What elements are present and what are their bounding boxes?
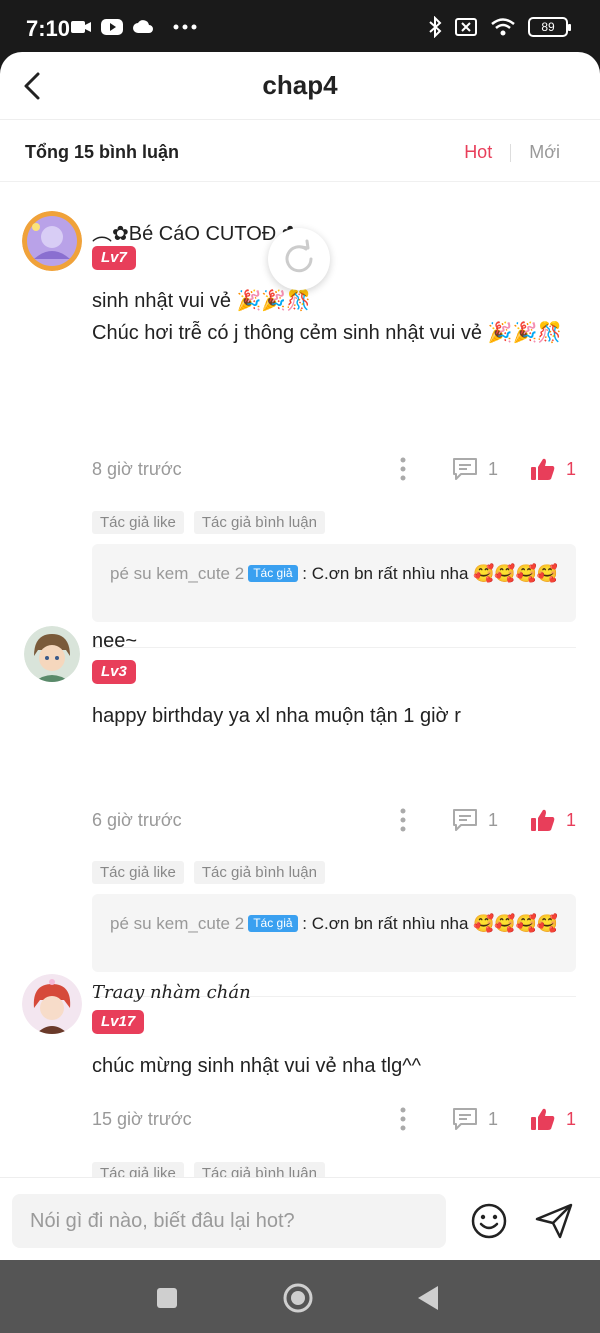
comment-meta: 15 giờ trước 1 1 [92,1105,576,1135]
status-time: 7:10 [26,16,71,41]
comment-input-bar [0,1177,600,1260]
tab-hot[interactable]: Hot [464,142,492,163]
reply-text: : C.ơn bn rất nhìu nha 🥰🥰🥰🥰 [302,564,558,583]
reply-count: 1 [488,1108,499,1129]
comment-meta: 8 giờ trước 1 1 [92,455,576,485]
divider [92,647,576,648]
loading-spinner [268,228,330,290]
avatar[interactable] [24,626,80,682]
comment-text: chúc mừng sinh nhật vui vẻ nha tlg^^ [92,1050,570,1082]
header: chap4 [0,52,600,120]
comment-icon [453,1108,477,1130]
reply-button[interactable]: 1 [452,806,498,834]
page-title: chap4 [262,70,338,100]
home-icon[interactable] [282,1282,314,1314]
level-badge: Lv17 [92,1010,145,1034]
sort-tabs: Hot Mới [464,142,560,163]
tag-author-comment: Tác giả bình luận [193,511,325,534]
more-icon[interactable] [398,455,408,483]
comments-subheader: Tổng 15 bình luận Hot Mới [0,120,600,182]
author-tags: Tác giả like Tác giả bình luận [92,511,325,534]
status-notification-icons [70,18,198,36]
battery-indicator: 89 [528,17,571,37]
author-badge: Tác giả [248,565,298,582]
reply-author: pé su kem_cute 2 [110,564,245,583]
status-bar: 7:10 89 [0,0,600,56]
level-badge: Lv7 [92,246,136,270]
send-icon[interactable] [534,1202,574,1240]
like-icon [531,809,555,831]
reply-button[interactable]: 1 [452,1105,498,1133]
status-system-icons: 89 [428,16,571,38]
username[interactable]: nee~ [92,630,137,653]
refresh-icon [285,239,313,273]
tab-new[interactable]: Mới [529,142,560,163]
recent-apps-icon[interactable] [155,1286,179,1310]
more-icon[interactable] [398,806,408,834]
wifi-icon [491,18,515,36]
no-sim-icon [455,18,477,36]
comment-time: 8 giờ trước [92,459,182,479]
comment-text-line: happy birthday ya xl nha muộn tận 1 giờ … [92,705,461,727]
like-count: 1 [566,458,577,479]
like-count: 1 [566,1108,577,1129]
like-icon [531,1108,555,1130]
like-button[interactable]: 1 [530,1105,576,1133]
like-count: 1 [566,809,577,830]
video-camera-icon [71,21,91,33]
back-nav-icon[interactable] [416,1284,440,1312]
reply-count: 1 [488,809,499,830]
reply-button[interactable]: 1 [452,455,498,483]
comment-text: sinh nhật vui vẻ 🎉🎉🎊 Chúc hơi trễ có j t… [92,285,570,349]
comments-sheet: chap4 Tổng 15 bình luận Hot Mới ︵✿Bé CáO… [0,52,600,1260]
system-nav-bar [0,1260,600,1333]
tab-divider [510,143,512,162]
comment-input[interactable] [12,1194,446,1248]
comment-count: Tổng 15 bình luận [25,142,179,162]
author-badge: Tác giả [248,915,298,932]
author-reply[interactable]: pé su kem_cute 2 Tác giả : C.ơn bn rất nh… [92,894,576,972]
author-tags: Tác giả like Tác giả bình luận [92,861,325,884]
author-reply[interactable]: pé su kem_cute 2 Tác giả : C.ơn bn rất nh… [92,544,576,622]
youtube-icon [101,19,123,35]
like-button[interactable]: 1 [530,806,576,834]
reply-text: : C.ơn bn rất nhìu nha 🥰🥰🥰🥰 [302,914,558,933]
username[interactable]: Traay nhàm chán [92,982,251,1003]
comment-text-line: sinh nhật vui vẻ 🎉🎉🎊 [92,290,312,312]
comment-text: happy birthday ya xl nha muộn tận 1 giờ … [92,700,570,732]
level-badge: Lv3 [92,660,136,684]
tag-author-like: Tác giả like [92,511,184,534]
like-button[interactable]: 1 [530,455,576,483]
tag-author-comment: Tác giả bình luận [193,861,325,884]
cloud-icon [133,20,153,33]
more-notifications-icon [173,24,197,30]
avatar[interactable] [22,211,82,271]
comment-time: 6 giờ trước [92,810,182,830]
like-icon [531,458,555,480]
more-icon[interactable] [398,1105,408,1133]
comment-icon [453,458,477,480]
emoji-icon[interactable] [470,1202,508,1240]
reply-author: pé su kem_cute 2 [110,914,245,933]
comment-text-line: chúc mừng sinh nhật vui vẻ nha tlg^^ [92,1055,422,1077]
comment-time: 15 giờ trước [92,1109,192,1129]
bluetooth-icon [429,16,442,38]
comment-text-line: Chúc hơi trễ có j thông cẻm sinh nhật vu… [92,322,563,344]
tag-author-like: Tác giả like [92,861,184,884]
reply-count: 1 [488,458,499,479]
avatar[interactable] [22,974,82,1034]
comment-meta: 6 giờ trước 1 1 [92,806,576,836]
comment-icon [453,809,477,831]
